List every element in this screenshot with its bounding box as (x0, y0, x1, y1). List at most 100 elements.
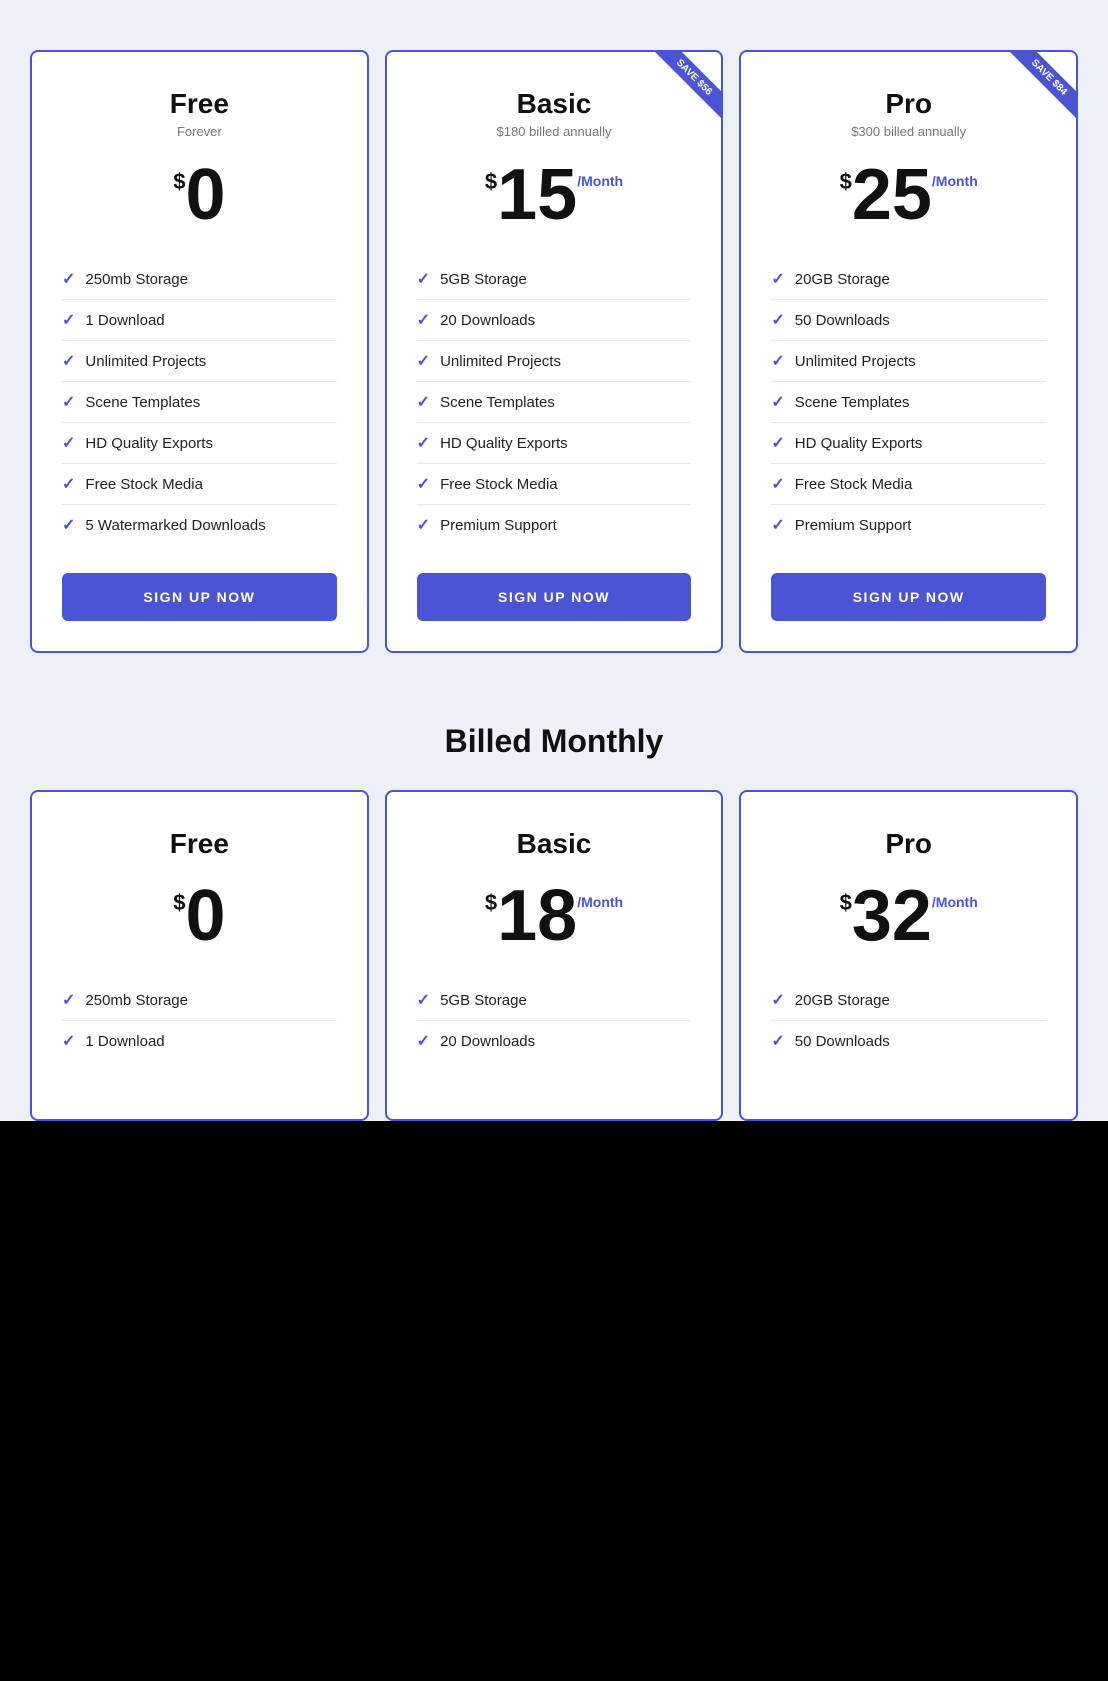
check-icon: ✓ (62, 990, 75, 1010)
pro-monthly-card: Pro $ 32 /Month ✓20GB Storage ✓50 Downlo… (739, 790, 1078, 1121)
basic-monthly-dollar: $ (485, 890, 497, 916)
basic-monthly-features: ✓5GB Storage ✓20 Downloads (417, 980, 692, 1061)
basic-plan-price: $ 15 /Month (417, 159, 692, 231)
basic-plan-card: SAVE $56 Basic $180 billed annually $ 15… (385, 50, 724, 653)
free-monthly-name: Free (62, 828, 337, 860)
basic-price-dollar: $ (485, 169, 497, 195)
check-icon: ✓ (417, 990, 430, 1010)
free-monthly-amount: 0 (185, 880, 225, 952)
basic-signup-button[interactable]: SIGN UP NOW (417, 573, 692, 621)
pro-monthly-dollar: $ (840, 890, 852, 916)
check-icon: ✓ (62, 310, 75, 330)
list-item: ✓Free Stock Media (62, 464, 337, 505)
check-icon: ✓ (62, 515, 75, 535)
list-item: ✓1 Download (62, 1021, 337, 1061)
check-icon: ✓ (62, 474, 75, 494)
pro-monthly-period: /Month (932, 894, 978, 910)
list-item: ✓Unlimited Projects (62, 341, 337, 382)
annual-pricing-section: Free Forever $ 0 ✓250mb Storage ✓1 Downl… (20, 20, 1088, 693)
list-item: ✓HD Quality Exports (62, 423, 337, 464)
free-price-dollar: $ (173, 169, 185, 195)
list-item: ✓20GB Storage (771, 980, 1046, 1021)
check-icon: ✓ (771, 310, 784, 330)
check-icon: ✓ (417, 351, 430, 371)
check-icon: ✓ (62, 1031, 75, 1051)
list-item: ✓250mb Storage (62, 980, 337, 1021)
free-monthly-card: Free $ 0 ✓250mb Storage ✓1 Download (30, 790, 369, 1121)
monthly-section-title: Billed Monthly (30, 723, 1078, 760)
free-plan-price: $ 0 (62, 159, 337, 231)
pro-monthly-amount: 32 (852, 880, 932, 952)
list-item: ✓5 Watermarked Downloads (62, 505, 337, 545)
check-icon: ✓ (771, 351, 784, 371)
basic-monthly-name: Basic (417, 828, 692, 860)
free-plan-card: Free Forever $ 0 ✓250mb Storage ✓1 Downl… (30, 50, 369, 653)
pro-signup-button[interactable]: SIGN UP NOW (771, 573, 1046, 621)
list-item: ✓Free Stock Media (771, 464, 1046, 505)
check-icon: ✓ (771, 474, 784, 494)
check-icon: ✓ (417, 474, 430, 494)
pro-ribbon-label: SAVE $84 (1008, 52, 1076, 119)
list-item: ✓Free Stock Media (417, 464, 692, 505)
free-plan-subtitle: Forever (62, 124, 337, 139)
list-item: ✓Unlimited Projects (417, 341, 692, 382)
pro-price-dollar: $ (840, 169, 852, 195)
pro-plan-price: $ 25 /Month (771, 159, 1046, 231)
free-plan-name: Free (62, 88, 337, 120)
check-icon: ✓ (417, 515, 430, 535)
pro-monthly-features: ✓20GB Storage ✓50 Downloads (771, 980, 1046, 1061)
list-item: ✓20 Downloads (417, 300, 692, 341)
check-icon: ✓ (771, 269, 784, 289)
black-footer-area (0, 1121, 1108, 1681)
check-icon: ✓ (417, 433, 430, 453)
list-item: ✓5GB Storage (417, 259, 692, 300)
monthly-pricing-section: Billed Monthly Free $ 0 ✓250mb Storage ✓… (20, 693, 1088, 1121)
list-item: ✓50 Downloads (771, 300, 1046, 341)
list-item: ✓Scene Templates (62, 382, 337, 423)
basic-features-list: ✓5GB Storage ✓20 Downloads ✓Unlimited Pr… (417, 259, 692, 545)
list-item: ✓HD Quality Exports (417, 423, 692, 464)
check-icon: ✓ (417, 1031, 430, 1051)
list-item: ✓20 Downloads (417, 1021, 692, 1061)
pro-ribbon: SAVE $84 (996, 52, 1076, 132)
pro-monthly-price: $ 32 /Month (771, 880, 1046, 952)
list-item: ✓Premium Support (417, 505, 692, 545)
check-icon: ✓ (771, 1031, 784, 1051)
list-item: ✓20GB Storage (771, 259, 1046, 300)
check-icon: ✓ (62, 433, 75, 453)
list-item: ✓Premium Support (771, 505, 1046, 545)
list-item: ✓5GB Storage (417, 980, 692, 1021)
pro-plan-card: SAVE $84 Pro $300 billed annually $ 25 /… (739, 50, 1078, 653)
pro-monthly-name: Pro (771, 828, 1046, 860)
list-item: ✓Unlimited Projects (771, 341, 1046, 382)
check-icon: ✓ (62, 269, 75, 289)
check-icon: ✓ (417, 269, 430, 289)
free-features-list: ✓250mb Storage ✓1 Download ✓Unlimited Pr… (62, 259, 337, 545)
list-item: ✓1 Download (62, 300, 337, 341)
list-item: ✓Scene Templates (771, 382, 1046, 423)
free-signup-button[interactable]: SIGN UP NOW (62, 573, 337, 621)
free-monthly-features: ✓250mb Storage ✓1 Download (62, 980, 337, 1061)
check-icon: ✓ (62, 351, 75, 371)
basic-ribbon-label: SAVE $56 (653, 52, 721, 119)
basic-monthly-price: $ 18 /Month (417, 880, 692, 952)
check-icon: ✓ (62, 392, 75, 412)
check-icon: ✓ (771, 433, 784, 453)
list-item: ✓50 Downloads (771, 1021, 1046, 1061)
check-icon: ✓ (771, 990, 784, 1010)
check-icon: ✓ (771, 515, 784, 535)
pro-features-list: ✓20GB Storage ✓50 Downloads ✓Unlimited P… (771, 259, 1046, 545)
free-monthly-price: $ 0 (62, 880, 337, 952)
check-icon: ✓ (417, 392, 430, 412)
basic-price-period: /Month (577, 173, 623, 189)
monthly-cards-row: Free $ 0 ✓250mb Storage ✓1 Download Basi… (30, 790, 1078, 1121)
check-icon: ✓ (771, 392, 784, 412)
free-price-amount: 0 (185, 159, 225, 231)
check-icon: ✓ (417, 310, 430, 330)
list-item: ✓Scene Templates (417, 382, 692, 423)
basic-monthly-period: /Month (577, 894, 623, 910)
free-monthly-dollar: $ (173, 890, 185, 916)
basic-ribbon: SAVE $56 (641, 52, 721, 132)
basic-monthly-amount: 18 (497, 880, 577, 952)
pro-price-period: /Month (932, 173, 978, 189)
